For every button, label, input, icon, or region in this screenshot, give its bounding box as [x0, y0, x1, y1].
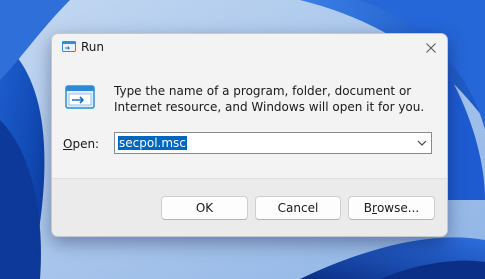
- cancel-button[interactable]: Cancel: [255, 196, 341, 220]
- ok-button[interactable]: OK: [161, 196, 248, 220]
- run-app-icon: [62, 41, 76, 52]
- close-button[interactable]: [417, 36, 445, 60]
- button-bar: OK Cancel Br owse...: [52, 178, 447, 236]
- close-icon: [426, 43, 436, 53]
- dialog-description: Type the name of a program, folder, docu…: [114, 84, 425, 114]
- open-label: Open:: [63, 137, 99, 151]
- open-combobox[interactable]: secpol.msc: [114, 132, 432, 154]
- run-program-icon: [65, 85, 95, 109]
- chevron-down-icon[interactable]: [416, 137, 428, 149]
- browse-button[interactable]: Br owse...: [348, 196, 435, 220]
- run-dialog: Run Type the name of a program, folder, …: [51, 33, 448, 237]
- open-label-text: pen:: [72, 137, 100, 151]
- browse-label-post: owse...: [376, 201, 420, 215]
- window-title: Run: [81, 40, 105, 54]
- open-input[interactable]: secpol.msc: [118, 136, 187, 150]
- title-bar[interactable]: Run: [52, 34, 447, 61]
- browse-label-pre: B: [363, 201, 373, 215]
